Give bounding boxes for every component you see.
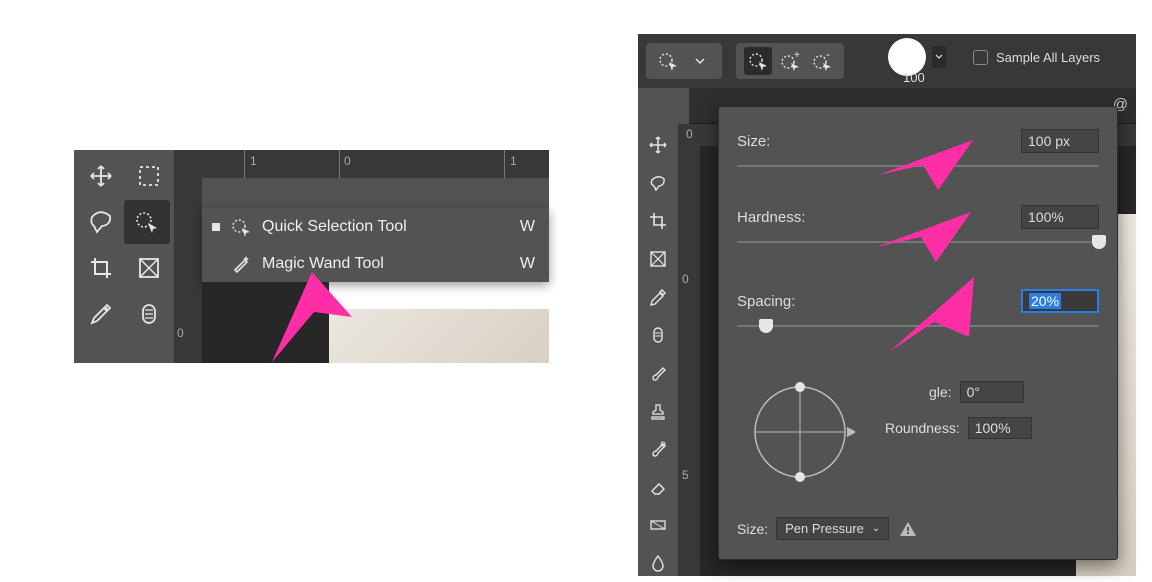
brush-size-picker[interactable]: 100	[930, 46, 946, 68]
checkbox-label: Sample All Layers	[996, 50, 1100, 65]
move-tool[interactable]	[638, 126, 678, 164]
magic-wand-icon	[230, 253, 252, 275]
brush-preset-group	[646, 43, 722, 79]
canvas-photo-area	[329, 309, 549, 363]
menu-item-label: Quick Selection Tool	[262, 218, 520, 236]
lasso-tool[interactable]	[638, 164, 678, 202]
menu-item-quick-selection[interactable]: Quick Selection Tool W	[202, 208, 549, 245]
spacing-row: Spacing: 20%	[737, 289, 1099, 313]
canvas-bg-strip	[202, 178, 549, 208]
new-selection-button[interactable]	[744, 47, 772, 75]
lasso-tool[interactable]	[78, 200, 124, 244]
menu-item-label: Magic Wand Tool	[262, 255, 520, 273]
add-selection-button[interactable]: +	[776, 47, 804, 75]
tool-flyout-menu: Quick Selection Tool W Magic Wand Tool W	[202, 208, 549, 282]
hardness-label: Hardness:	[737, 209, 805, 226]
menu-item-shortcut: W	[520, 255, 535, 273]
sample-all-layers-checkbox[interactable]: Sample All Layers	[973, 50, 1100, 65]
crop-tool[interactable]	[638, 202, 678, 240]
subtract-selection-button[interactable]: -	[808, 47, 836, 75]
selection-mode-group: + -	[736, 43, 844, 79]
size-control-select[interactable]: Pen Pressure ⌄	[776, 517, 889, 540]
chevron-down-icon[interactable]	[686, 47, 714, 75]
tools-palette	[74, 150, 174, 363]
svg-text:-: -	[826, 50, 830, 61]
bottom-size-row: Size: Pen Pressure ⌄	[737, 517, 917, 540]
brush-size-label: 100	[903, 70, 925, 85]
marquee-tool[interactable]	[126, 154, 172, 198]
roundness-row: Roundness: 100%	[885, 417, 1032, 439]
eyedropper-tool[interactable]	[78, 292, 124, 336]
selected-marker-icon	[212, 223, 220, 231]
frame-tool[interactable]	[126, 246, 172, 290]
options-bar: + - 100 Sample All Layers	[638, 34, 1136, 88]
roundness-input[interactable]: 100%	[968, 417, 1032, 439]
size-row: Size: 100 px	[737, 129, 1099, 153]
brush-settings-panel: Size: 100 px Hardness: 100% Spacing: 20%	[718, 106, 1118, 560]
ruler-vertical: 0	[174, 178, 202, 363]
hardness-input[interactable]: 100%	[1021, 205, 1099, 229]
healing-brush-tool[interactable]	[126, 292, 172, 336]
warning-icon	[899, 520, 917, 538]
chevron-down-icon[interactable]	[932, 46, 946, 68]
brush-tool[interactable]	[638, 354, 678, 392]
eraser-tool[interactable]	[638, 468, 678, 506]
quick-selection-icon	[230, 216, 252, 238]
spacing-slider[interactable]	[737, 319, 1099, 333]
right-screenshot: + - 100 Sample All Layers × im @	[638, 34, 1136, 576]
frame-tool[interactable]	[638, 240, 678, 278]
angle-input[interactable]: 0°	[960, 381, 1024, 403]
menu-item-shortcut: W	[520, 218, 535, 236]
select-value: Pen Pressure	[785, 521, 864, 536]
canvas-dark-area	[202, 282, 329, 363]
angle-row: gle: 0°	[929, 381, 1024, 403]
ruler-tick-label: 1	[250, 154, 257, 168]
size-input[interactable]: 100 px	[1021, 129, 1099, 153]
ruler-tick-label: 0	[682, 272, 689, 286]
ruler-tick-label: 0	[686, 127, 693, 141]
quick-selection-tool-active[interactable]	[124, 200, 170, 244]
angle-roundness-control[interactable]	[745, 377, 855, 487]
ruler-tick-label: 1	[510, 154, 517, 168]
healing-brush-tool[interactable]	[638, 316, 678, 354]
quick-selection-small-icon[interactable]	[654, 47, 682, 75]
size-slider[interactable]	[737, 159, 1099, 173]
ruler-vertical: 0 5	[678, 146, 700, 576]
size-label: Size:	[737, 133, 770, 150]
crop-tool[interactable]	[78, 246, 124, 290]
svg-text:+: +	[794, 50, 800, 61]
eyedropper-tool[interactable]	[638, 278, 678, 316]
chevron-down-icon: ⌄	[872, 523, 880, 534]
spacing-label: Spacing:	[737, 293, 795, 310]
checkbox-icon[interactable]	[973, 50, 988, 65]
hardness-row: Hardness: 100%	[737, 205, 1099, 229]
left-screenshot: 1 0 1 0 Quick Selection Tool W Magic Wan…	[74, 150, 549, 363]
spacing-input[interactable]: 20%	[1021, 289, 1099, 313]
move-tool[interactable]	[78, 154, 124, 198]
ruler-tick-label: 0	[344, 154, 351, 168]
roundness-label: Roundness:	[885, 420, 960, 436]
ruler-tick-label: 5	[682, 468, 689, 482]
menu-item-magic-wand[interactable]: Magic Wand Tool W	[202, 245, 549, 282]
bottom-size-label: Size:	[737, 521, 768, 537]
hardness-slider[interactable]	[737, 235, 1099, 249]
history-brush-tool[interactable]	[638, 430, 678, 468]
stamp-tool[interactable]	[638, 392, 678, 430]
gradient-tool[interactable]	[638, 506, 678, 544]
ruler-tick-label: 0	[177, 326, 184, 340]
tools-palette-right	[638, 88, 678, 576]
ruler-horizontal: 1 0 1	[174, 150, 549, 178]
blur-tool[interactable]	[638, 544, 678, 582]
angle-label: gle:	[929, 384, 952, 400]
